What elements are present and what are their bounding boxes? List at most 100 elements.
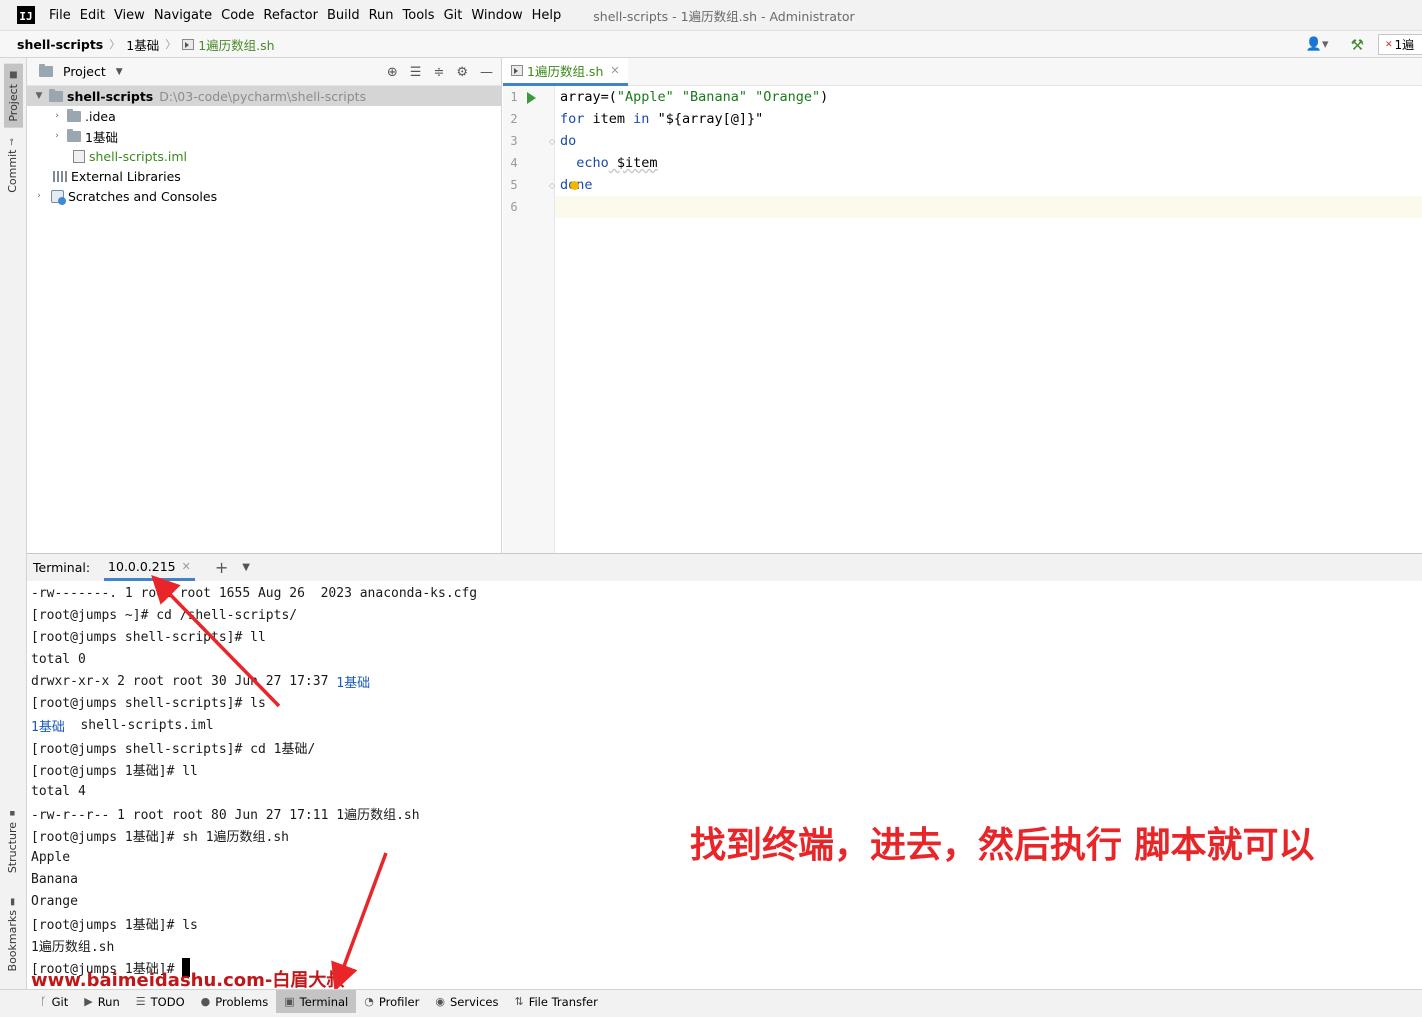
terminal-line: Orange	[31, 893, 78, 909]
tree-item-shell-scripts[interactable]: ▼ shell-scripts D:\03-code\pycharm\shell…	[27, 86, 502, 106]
tree-item-external-libraries[interactable]: External Libraries	[27, 166, 502, 186]
navbar-actions: 👤▾ ⚒ ✕ 1遍	[1306, 31, 1422, 58]
chevron-down-icon[interactable]: ▼	[33, 91, 45, 101]
menu-edit[interactable]: Edit	[80, 8, 105, 23]
close-icon[interactable]: ✕	[610, 64, 619, 77]
code-token: )	[820, 89, 829, 105]
tree-item-iml-file[interactable]: shell-scripts.iml	[27, 146, 502, 166]
code-token: array=(	[560, 89, 617, 105]
tool-window-tab-commit[interactable]: Commit ⊸	[6, 138, 19, 193]
line-number: 3	[510, 134, 518, 148]
tool-window-problems[interactable]: ● Problems	[193, 990, 277, 1014]
menu-help[interactable]: Help	[532, 8, 562, 23]
intellij-logo-icon: IJ	[17, 6, 35, 24]
collapse-all-icon[interactable]: ≑	[433, 65, 444, 80]
tree-item-idea[interactable]: › .idea	[27, 106, 502, 126]
folder-icon	[49, 88, 63, 102]
tool-window-tab-project[interactable]: Project ■	[4, 64, 23, 128]
todo-list-icon: ☰	[135, 995, 146, 1008]
menu-run[interactable]: Run	[369, 8, 394, 23]
tool-window-tab-commit-label: Commit	[6, 149, 19, 193]
terminal-tool-window: Terminal: 10.0.0.215 ✕ + ▼ -rw-------. 1…	[27, 553, 1422, 991]
code-token-keyword: for	[560, 111, 585, 127]
folder-icon	[67, 108, 81, 122]
navigation-bar: shell-scripts 〉 1基础 〉 1遍历数组.sh 👤▾ ⚒ ✕ 1遍	[0, 31, 1422, 58]
menu-tools[interactable]: Tools	[403, 8, 435, 23]
status-bar	[0, 1013, 1422, 1017]
tree-item-label: Scratches and Consoles	[68, 188, 218, 204]
tool-window-label: Problems	[215, 994, 269, 1009]
tree-item-label: External Libraries	[71, 168, 181, 184]
run-gutter-icon[interactable]	[527, 92, 536, 104]
breadcrumb-file[interactable]: 1遍历数组.sh	[182, 35, 275, 54]
structure-icon: ▪	[7, 808, 18, 818]
tool-window-label: Terminal	[299, 994, 349, 1009]
terminal-icon: ▣	[284, 995, 295, 1008]
minimize-icon[interactable]: —	[480, 65, 493, 80]
code-token-keyword: do	[560, 133, 577, 149]
code-token-keyword: echo	[560, 155, 609, 171]
menu-file[interactable]: File	[49, 8, 71, 23]
tool-window-label: File Transfer	[528, 994, 598, 1009]
editor-tab-active[interactable]: 1遍历数组.sh ✕	[503, 58, 628, 86]
tree-item-scratches[interactable]: › Scratches and Consoles	[27, 186, 502, 206]
intention-bulb-icon[interactable]	[570, 181, 579, 190]
run-configuration-selector[interactable]: ✕ 1遍	[1378, 34, 1422, 55]
chevron-down-icon[interactable]: ▼	[242, 562, 250, 573]
code-line-1: array=("Apple" "Banana" "Orange")	[560, 86, 1422, 108]
tree-item-basics-folder[interactable]: › 1基础	[27, 126, 502, 146]
new-session-plus-icon[interactable]: +	[215, 558, 228, 577]
menu-window[interactable]: Window	[471, 8, 522, 23]
project-view-selector[interactable]: Project	[63, 64, 106, 79]
file-transfer-icon: ⇅	[514, 995, 524, 1008]
tool-window-file-transfer[interactable]: ⇅ File Transfer	[506, 990, 605, 1014]
menu-build[interactable]: Build	[327, 8, 360, 23]
breadcrumb-folder[interactable]: 1基础	[126, 35, 159, 54]
gear-icon[interactable]: ⚙	[456, 65, 468, 80]
code-token: item	[584, 111, 634, 127]
run-play-icon: ▶	[84, 995, 93, 1008]
code-line-6	[555, 196, 1422, 218]
terminal-line: -rw-------. 1 root root 1655 Aug 26 2023…	[31, 585, 478, 601]
scratches-icon	[51, 189, 66, 205]
tool-window-tab-bookmarks-label: Bookmarks	[6, 910, 19, 972]
chevron-right-icon[interactable]: ›	[51, 111, 63, 121]
terminal-session-tab[interactable]: 10.0.0.215 ✕	[104, 554, 195, 581]
terminal-dir-name: 1基础	[31, 719, 65, 735]
menu-navigate[interactable]: Navigate	[154, 8, 212, 23]
tool-window-label: Services	[449, 994, 499, 1009]
folder-icon: ■	[8, 70, 19, 80]
menu-view[interactable]: View	[114, 8, 145, 23]
menu-git[interactable]: Git	[444, 8, 463, 23]
commit-icon: ⊸	[7, 138, 18, 146]
menu-refactor[interactable]: Refactor	[263, 8, 318, 23]
tool-window-profiler[interactable]: ◔ Profiler	[356, 990, 427, 1014]
tool-window-tab-structure[interactable]: Structure ▪	[6, 808, 19, 873]
chevron-down-icon[interactable]: ▼	[116, 67, 123, 77]
git-branch-icon: ᚴ	[40, 995, 47, 1008]
tool-window-run[interactable]: ▶ Run	[76, 990, 128, 1014]
terminal-title: Terminal:	[33, 560, 91, 575]
terminal-line: Apple	[31, 849, 71, 865]
tool-window-git[interactable]: ᚴ Git	[32, 990, 76, 1014]
tool-window-tab-bookmarks[interactable]: Bookmarks ▮	[6, 896, 19, 971]
fold-marker-icon[interactable]: ◇	[549, 137, 555, 146]
left-tool-stripe: Project ■ Commit ⊸ Structure ▪ Bookmarks…	[0, 58, 27, 989]
locate-target-icon[interactable]: ⊕	[387, 65, 398, 80]
breadcrumb-project[interactable]: shell-scripts	[17, 37, 103, 52]
menu-code[interactable]: Code	[221, 8, 254, 23]
tool-window-terminal[interactable]: ▣ Terminal	[276, 989, 357, 1014]
chevron-right-icon[interactable]: ›	[33, 191, 45, 201]
chevron-right-icon[interactable]: ›	[51, 131, 63, 141]
build-hammer-icon[interactable]: ⚒	[1351, 36, 1364, 54]
fold-marker-icon[interactable]: ◇	[549, 181, 555, 190]
user-account-icon[interactable]: 👤▾	[1306, 37, 1329, 52]
expand-all-icon[interactable]: ☰	[410, 65, 422, 80]
code-token-keyword: in	[633, 111, 650, 127]
tool-window-todo[interactable]: ☰ TODO	[128, 990, 193, 1014]
close-icon[interactable]: ✕	[182, 560, 191, 573]
tool-window-services[interactable]: ◉ Services	[427, 990, 506, 1014]
shell-file-icon	[182, 38, 195, 50]
terminal-line: total 0	[31, 651, 86, 667]
project-header: Project ▼ ⊕ ☰ ≑ ⚙ —	[27, 58, 501, 86]
